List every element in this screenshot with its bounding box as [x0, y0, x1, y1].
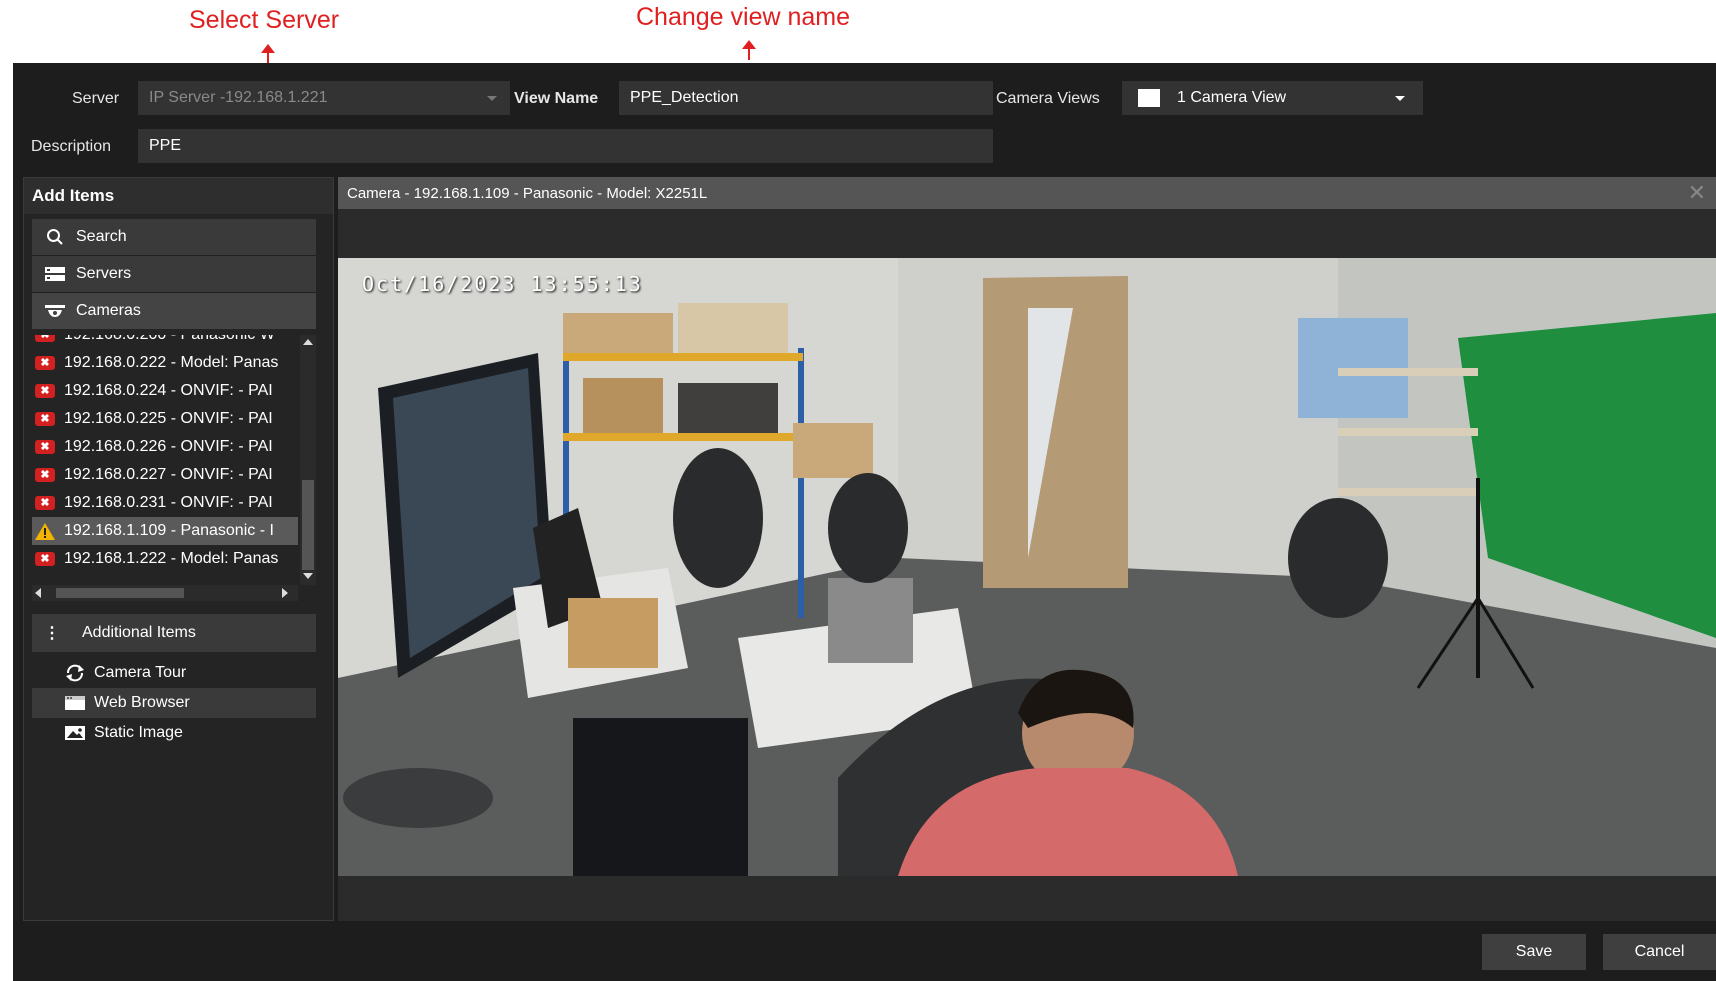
- error-icon: ✖: [34, 355, 56, 371]
- chevron-down-icon: [487, 96, 497, 101]
- description-input[interactable]: PPE: [138, 129, 993, 163]
- error-icon: ✖: [34, 467, 56, 483]
- camera-panel-title-bar: Camera - 192.168.1.109 - Panasonic - Mod…: [338, 177, 1716, 209]
- search-button[interactable]: Search: [32, 219, 316, 255]
- camera-label: 192.168.1.109 - Panasonic - I: [64, 522, 274, 539]
- camera-tour-icon: [64, 664, 86, 682]
- item-label: Web Browser: [94, 694, 190, 711]
- servers-label: Servers: [76, 265, 132, 282]
- dome-camera-icon: [44, 302, 66, 320]
- save-button[interactable]: Save: [1482, 934, 1586, 970]
- server-select[interactable]: IP Server -192.168.1.221: [138, 81, 510, 115]
- camera-label: 192.168.0.226 - ONVIF: - PAI: [64, 438, 273, 455]
- annotation-select-server: Select Server: [189, 6, 340, 34]
- add-items-title: Add Items: [24, 178, 333, 214]
- camera-list: ✖ 192.168.0.200 - Panasonic W ✖ 192.168.…: [32, 335, 316, 585]
- camera-list-item[interactable]: ✖ 192.168.0.200 - Panasonic W: [32, 335, 298, 349]
- annotation-arrow-server: [261, 44, 275, 64]
- camera-label: 192.168.1.222 - Model: Panas: [64, 550, 279, 567]
- single-view-layout-icon: [1138, 89, 1160, 107]
- server-select-value: IP Server -192.168.1.221: [149, 89, 328, 106]
- server-label: Server: [72, 90, 120, 107]
- scroll-down-icon[interactable]: [303, 573, 313, 579]
- item-label: Camera Tour: [94, 664, 187, 681]
- search-label: Search: [76, 228, 127, 245]
- camera-list-item[interactable]: ✖ 192.168.0.225 - ONVIF: - PAI: [32, 405, 298, 433]
- video-frame-illustration: [338, 258, 1716, 876]
- camera-views-label: Camera Views: [996, 90, 1100, 107]
- camera-list-item[interactable]: ✖ 192.168.0.226 - ONVIF: - PAI: [32, 433, 298, 461]
- camera-list-item[interactable]: ✖ 192.168.0.231 - ONVIF: - PAI: [32, 489, 298, 517]
- cameras-button[interactable]: Cameras: [32, 293, 316, 329]
- camera-list-item[interactable]: ✖ 192.168.0.222 - Model: Panas: [32, 349, 298, 377]
- scroll-thumb[interactable]: [302, 480, 314, 570]
- cancel-button[interactable]: Cancel: [1603, 934, 1716, 970]
- camera-label: 192.168.0.227 - ONVIF: - PAI: [64, 466, 273, 483]
- camera-list-item-selected[interactable]: 192.168.1.109 - Panasonic - I: [32, 517, 298, 545]
- error-icon: ✖: [34, 383, 56, 399]
- error-icon: ✖: [34, 495, 56, 511]
- camera-list-item[interactable]: ✖ 192.168.0.227 - ONVIF: - PAI: [32, 461, 298, 489]
- servers-button[interactable]: Servers: [32, 256, 316, 292]
- camera-label: 192.168.0.224 - ONVIF: - PAI: [64, 382, 273, 399]
- static-image-item[interactable]: Static Image: [32, 718, 316, 748]
- camera-list-item[interactable]: ✖ 192.168.0.224 - ONVIF: - PAI: [32, 377, 298, 405]
- warning-icon: [34, 522, 56, 540]
- camera-label: 192.168.0.200 - Panasonic W: [64, 335, 275, 344]
- camera-views-select[interactable]: 1 Camera View: [1122, 81, 1423, 115]
- scroll-up-icon[interactable]: [303, 339, 313, 345]
- camera-list-item[interactable]: ✖ 192.168.1.222 - Model: Panas: [32, 545, 298, 573]
- static-image-icon: [64, 724, 86, 742]
- description-label: Description: [31, 138, 112, 155]
- web-browser-icon: [64, 694, 86, 712]
- close-icon[interactable]: ✕: [1688, 181, 1706, 205]
- error-icon: ✖: [34, 551, 56, 567]
- annotation-arrow-view-name: [742, 40, 756, 60]
- camera-label: 192.168.0.222 - Model: Panas: [64, 354, 279, 371]
- search-icon: [44, 228, 66, 246]
- description-value: PPE: [149, 137, 182, 154]
- error-icon: ✖: [34, 439, 56, 455]
- item-label: Static Image: [94, 724, 183, 741]
- chevron-down-icon: [1395, 96, 1405, 101]
- additional-items-label: Additional Items: [82, 624, 196, 641]
- web-browser-item[interactable]: Web Browser: [32, 688, 316, 718]
- camera-tour-item[interactable]: Camera Tour: [32, 658, 316, 688]
- view-name-label: View Name: [514, 90, 599, 107]
- camera-label: 192.168.0.225 - ONVIF: - PAI: [64, 410, 273, 427]
- add-items-panel: Add Items Search Servers Cameras ✖ 192: [23, 177, 334, 921]
- scroll-thumb[interactable]: [56, 588, 184, 598]
- camera-views-value: 1 Camera View: [1177, 89, 1287, 106]
- additional-items-header[interactable]: ⋮ Additional Items: [32, 614, 316, 652]
- horizontal-scrollbar[interactable]: [32, 585, 298, 601]
- scroll-left-icon[interactable]: [35, 588, 41, 598]
- error-icon: ✖: [34, 411, 56, 427]
- annotation-change-view-name: Change view name: [636, 3, 851, 31]
- camera-panel-title: Camera - 192.168.1.109 - Panasonic - Mod…: [347, 184, 708, 202]
- cameras-label: Cameras: [76, 302, 141, 319]
- video-timestamp: Oct/16/2023 13:55:13: [362, 272, 643, 296]
- view-name-input[interactable]: PPE_Detection: [619, 81, 993, 115]
- scroll-right-icon[interactable]: [282, 588, 288, 598]
- server-icon: [44, 265, 66, 283]
- more-vertical-icon: ⋮: [44, 625, 60, 642]
- camera-label: 192.168.0.231 - ONVIF: - PAI: [64, 494, 273, 511]
- vertical-scrollbar[interactable]: [300, 335, 316, 585]
- camera-video-feed[interactable]: Oct/16/2023 13:55:13: [338, 258, 1716, 876]
- view-name-value: PPE_Detection: [630, 89, 739, 106]
- error-icon: ✖: [34, 335, 56, 343]
